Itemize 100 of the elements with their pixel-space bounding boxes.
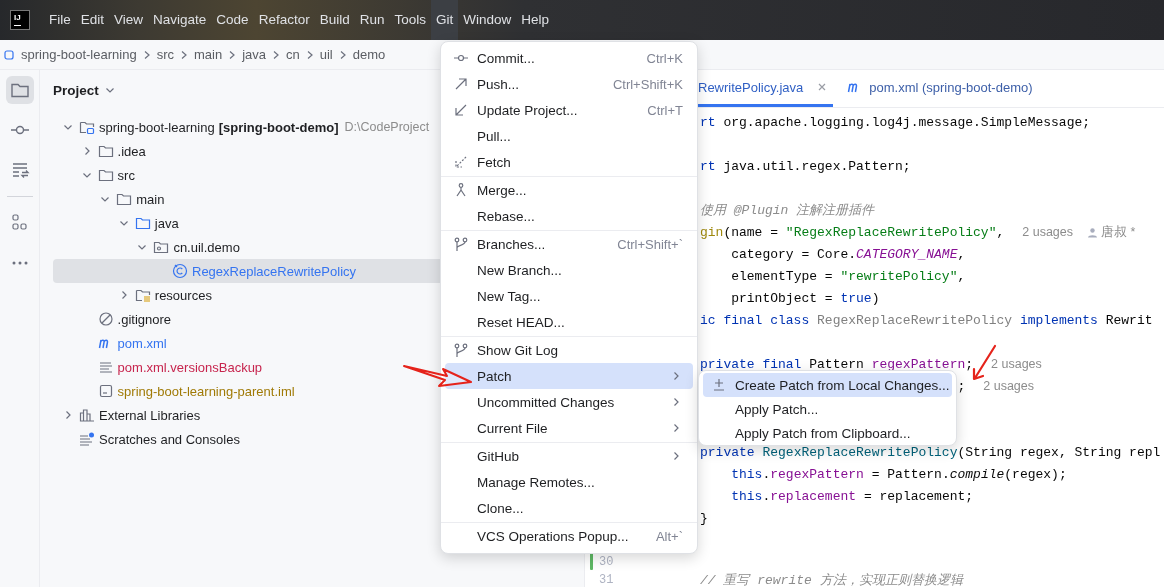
code-line: rt java.util.regex.Pattern;	[700, 158, 911, 174]
menu-item-label: Create Patch from Local Changes...	[735, 377, 950, 393]
module-name: [spring-boot-demo]	[218, 119, 339, 135]
menu-item-label: Merge...	[477, 182, 528, 198]
breadcrumb-item[interactable]: cn	[286, 47, 300, 62]
shortcut-hint: Ctrl+Shift+`	[617, 236, 683, 252]
menu-item-label: Apply Patch from Clipboard...	[735, 425, 912, 441]
chevron-icon	[229, 49, 236, 60]
breadcrumb-item[interactable]: src	[156, 47, 174, 62]
menu-item[interactable]: Code	[211, 0, 254, 40]
breadcrumb-item[interactable]: main	[193, 47, 223, 62]
branch-icon	[453, 236, 469, 252]
menu-item[interactable]: Uncommitted Changes	[445, 389, 693, 415]
breadcrumb-item[interactable]: java	[242, 47, 266, 62]
menu-item[interactable]: Update Project... Ctrl+T	[445, 97, 693, 123]
menu-item[interactable]: Branches... Ctrl+Shift+`	[445, 231, 693, 257]
code-line: rt org.apache.logging.log4j.message.SimpleMessage;	[700, 114, 1091, 130]
menu-item[interactable]: Rebase...	[445, 203, 693, 229]
menu-item[interactable]: Push... Ctrl+Shift+K	[445, 71, 693, 97]
usages-hint[interactable]: 2 usages	[991, 357, 1042, 371]
code-line: elementType = "rewritePolicy",	[731, 268, 966, 284]
code-line: }	[700, 510, 708, 526]
file-name: RegexReplaceRewritePolicy	[192, 263, 357, 279]
menu-item[interactable]: Refactor	[253, 0, 315, 40]
menu-item[interactable]: Show Git Log	[445, 337, 693, 363]
menu-item[interactable]: Commit... Ctrl+K	[445, 45, 693, 71]
menu-item[interactable]: Navigate	[148, 0, 212, 40]
menu-item[interactable]: Window	[458, 0, 517, 40]
menu-item[interactable]: Create Patch from Local Changes...	[703, 373, 952, 397]
line-number: 31	[599, 573, 614, 587]
usages-hint[interactable]: 2 usages	[983, 379, 1034, 393]
file-name: spring-boot-learning-parent.iml	[117, 383, 295, 399]
close-icon	[817, 82, 828, 92]
menu-item-label: Rebase...	[477, 208, 536, 224]
menu-item[interactable]: Reset HEAD...	[445, 309, 693, 335]
menu-item[interactable]: Manage Remotes...	[445, 469, 693, 495]
chevron-icon	[180, 49, 187, 60]
tool-window-button[interactable]	[5, 76, 34, 104]
code-line: private RegexReplaceRewritePolicy(String regex, String repl	[700, 444, 1161, 460]
menu-item[interactable]: Run	[354, 0, 390, 40]
menu-item[interactable]: Patch	[445, 363, 693, 389]
prohibited-icon	[97, 311, 114, 327]
library-icon	[79, 407, 95, 423]
author-hint[interactable]: 唐叔 *	[1101, 223, 1136, 241]
menu-item[interactable]: Fetch	[445, 149, 693, 175]
menu-item-label: GitHub	[477, 448, 521, 464]
breadcrumb-item[interactable]: demo	[352, 47, 386, 62]
file-name: src	[117, 167, 135, 183]
shortcut-hint: Alt+`	[655, 528, 683, 544]
file-name: pom.xml.versionsBackup	[117, 359, 263, 375]
menu-item[interactable]: Help	[516, 0, 555, 40]
menu-item-label: New Tag...	[477, 288, 542, 304]
menu-item[interactable]: File	[44, 0, 76, 40]
code-line: ;	[957, 378, 966, 394]
source-folder-icon	[134, 215, 151, 231]
chevron-icon	[143, 49, 150, 60]
menu-item[interactable]: Edit	[75, 0, 110, 40]
menu-item[interactable]: Apply Patch...	[703, 397, 952, 421]
file-name: Scratches and Consoles	[99, 431, 240, 447]
panel-title: Project	[53, 82, 99, 98]
class-icon	[172, 263, 188, 279]
file-path: D:\CodeProject	[344, 120, 430, 134]
breadcrumb-item[interactable]: uil	[319, 47, 333, 62]
menu-item[interactable]: Tools	[389, 0, 431, 40]
folder-icon	[97, 167, 114, 183]
arrow-up-right-icon	[453, 76, 469, 92]
code-line: this.replacement = replacement;	[731, 488, 974, 504]
menu-item[interactable]: View	[109, 0, 149, 40]
file-name: pom.xml	[117, 335, 167, 351]
menu-item[interactable]: Clone...	[445, 495, 693, 521]
file-icon	[97, 383, 114, 399]
menu-item[interactable]: GitHub	[445, 443, 693, 469]
code-line: private final Pattern regexPattern;	[700, 356, 974, 372]
menu-item-label: Push...	[477, 76, 521, 92]
menu-item-label: Manage Remotes...	[477, 474, 596, 490]
menu-item[interactable]: New Tag...	[445, 283, 693, 309]
usages-hint[interactable]: 2 usages	[1022, 225, 1073, 239]
menu-item[interactable]: Build	[314, 0, 355, 40]
code-line: // 重写 rewrite 方法，实现正则替换逻辑	[700, 572, 963, 587]
menu-item-label: Commit...	[477, 50, 536, 66]
shortcut-hint: Ctrl+T	[647, 102, 683, 118]
menu-item[interactable]: VCS Operations Popup... Alt+`	[445, 523, 693, 549]
file-name: java	[154, 215, 179, 231]
menu-item-label: Branches...	[477, 236, 547, 252]
menu-item-label: Reset HEAD...	[477, 314, 566, 330]
editor-tab[interactable]: pom.xml (spring-boot-demo)	[847, 70, 1039, 107]
menu-item[interactable]: Apply Patch from Clipboard...	[703, 421, 952, 445]
menu-item-label: Pull...	[477, 128, 512, 144]
file-name: resources	[154, 287, 212, 303]
menu-item[interactable]: Pull...	[445, 123, 693, 149]
module-folder-icon	[79, 119, 95, 135]
menu-item[interactable]: Merge...	[445, 177, 693, 203]
menu-item[interactable]: Current File	[445, 415, 693, 441]
breadcrumb-item[interactable]: spring-boot-learning	[21, 47, 137, 62]
scratch-file-icon	[79, 431, 95, 447]
file-name: External Libraries	[99, 407, 201, 423]
arrow-down-left-icon	[453, 102, 469, 118]
menu-item[interactable]: Git	[431, 0, 459, 40]
package-folder-icon	[153, 239, 170, 255]
resources-folder-icon	[134, 287, 151, 303]
